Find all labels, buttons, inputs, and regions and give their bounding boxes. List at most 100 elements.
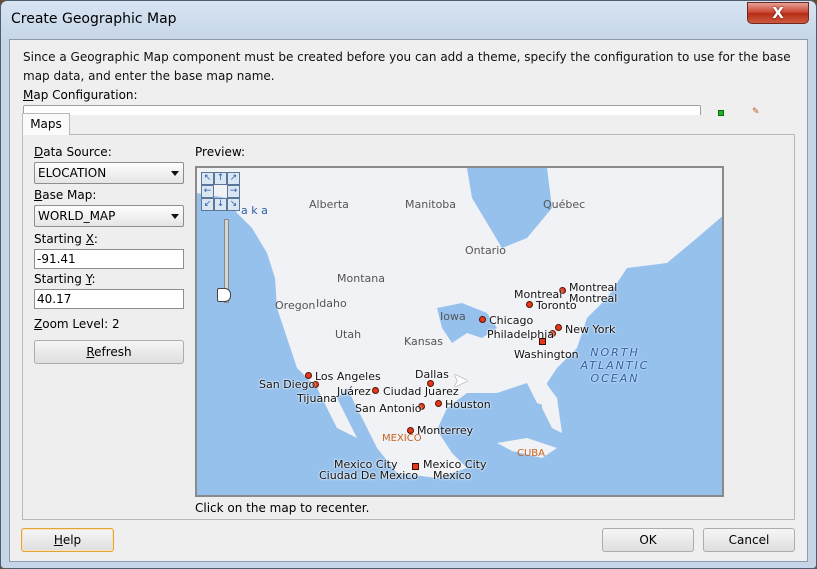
label-text: ase Map: (42, 188, 97, 202)
city-label: Tijuana (297, 392, 337, 405)
title-bar[interactable]: Create Geographic Map X (1, 1, 816, 39)
data-source-select[interactable]: ELOCATION (34, 162, 184, 184)
help-button[interactable]: Help (21, 528, 114, 552)
pan-northeast-icon[interactable]: ↗ (227, 172, 240, 185)
starting-x-label: Starting X: (34, 232, 98, 246)
region-label: Ontario (465, 244, 506, 257)
country-label: CUBA (517, 448, 546, 459)
map-configuration-select[interactable] (23, 105, 701, 115)
map-land-shapes (197, 168, 722, 478)
tab-maps[interactable]: Maps (22, 113, 70, 135)
map-preview[interactable]: Alberta Manitoba Québec Ontario Montana … (195, 166, 724, 497)
region-label: Alberta (309, 198, 349, 211)
preview-label: Preview: (195, 145, 246, 159)
city-label: Toronto (536, 299, 577, 312)
country-label: MEXICO (382, 433, 422, 444)
region-label: Idaho (316, 297, 347, 310)
mnemonic: H (53, 533, 63, 547)
zoom-slider-thumb[interactable] (217, 288, 231, 302)
city-label: Los Angeles (315, 370, 381, 383)
refresh-button[interactable]: Refresh (34, 340, 184, 364)
city-label: Ciudad De Mexico (319, 469, 419, 482)
mnemonic: R (86, 345, 95, 359)
city-marker[interactable] (479, 316, 486, 323)
city-label: Juárez (337, 385, 371, 398)
button-label: efresh (94, 345, 132, 359)
city-label: New York (565, 323, 616, 336)
city-label: Washington (514, 348, 579, 361)
data-source-value: ELOCATION (38, 166, 107, 180)
pan-control: ↖ ↑ ↗ ← → ↙ ↓ ↘ (201, 172, 241, 212)
cancel-button[interactable]: Cancel (703, 528, 795, 552)
pan-south-icon[interactable]: ↓ (214, 198, 227, 211)
map-configuration-label: Map Configuration: (23, 88, 138, 102)
base-map-select[interactable]: WORLD_MAP (34, 205, 184, 227)
mnemonic: X (85, 232, 94, 246)
mnemonic: D (34, 145, 44, 159)
base-map-label: Base Map: (34, 188, 96, 202)
city-label: Dallas (415, 368, 449, 381)
ocean-label-line: ATLANTIC (580, 359, 650, 372)
region-label: Oregon (275, 299, 316, 312)
close-button[interactable]: X (747, 2, 809, 24)
tab-label: Maps (30, 117, 62, 131)
dialog-content: Since a Geographic Map component must be… (9, 39, 808, 562)
region-label: Québec (543, 198, 586, 211)
capital-marker[interactable] (539, 338, 546, 345)
city-marker[interactable] (427, 380, 434, 387)
button-label: elp (62, 533, 82, 547)
region-label: Manitoba (405, 198, 457, 211)
region-label: a k a (241, 204, 268, 217)
capital-marker[interactable] (412, 463, 419, 470)
label-text: : (93, 232, 98, 246)
mouse-cursor-icon: ➤ (452, 368, 469, 392)
chevron-down-icon (171, 214, 179, 219)
label-text: Starting (34, 272, 86, 286)
city-marker[interactable] (435, 400, 442, 407)
dialog-window: Create Geographic Map X Since a Geograph… (0, 0, 817, 569)
ocean-label-line: NORTH (590, 346, 640, 359)
add-configuration-icon[interactable] (718, 110, 724, 116)
pan-southeast-icon[interactable]: ↘ (227, 198, 240, 211)
city-label: Mexico (433, 469, 472, 482)
mnemonic: Z (34, 317, 43, 331)
region-label: Montana (337, 272, 385, 285)
region-label: Utah (335, 328, 362, 341)
data-source-label: Data Source: (34, 145, 112, 159)
city-label: Ciudad Juarez (383, 385, 459, 398)
city-label: Chicago (489, 314, 534, 327)
label-text: Starting (34, 232, 86, 246)
starting-y-input[interactable]: 40.17 (34, 289, 184, 309)
base-map-value: WORLD_MAP (38, 209, 116, 223)
starting-x-input[interactable]: -91.41 (34, 249, 184, 269)
city-marker[interactable] (372, 387, 379, 394)
pan-southwest-icon[interactable]: ↙ (201, 198, 214, 211)
label-text: ap Configuration: (33, 88, 138, 102)
ocean-label: NORTH ATLANTIC OCEAN (575, 346, 655, 385)
pan-east-icon[interactable]: → (227, 185, 240, 198)
pan-west-icon[interactable]: ← (201, 185, 214, 198)
city-label: San Diego (259, 378, 316, 391)
pan-north-icon[interactable]: ↑ (214, 172, 227, 185)
city-label: San Antonio (355, 402, 422, 415)
region-label: Kansas (404, 335, 443, 348)
pan-northwest-icon[interactable]: ↖ (201, 172, 214, 185)
city-label: Houston (445, 398, 491, 411)
dialog-title: Create Geographic Map (11, 11, 177, 27)
land-florida (542, 378, 562, 433)
city-label: Monterrey (417, 424, 474, 437)
mnemonic: M (23, 88, 34, 102)
edit-configuration-icon[interactable]: ✎ (752, 108, 760, 117)
city-marker[interactable] (555, 324, 562, 331)
starting-y-label: Starting Y: (34, 272, 95, 286)
mnemonic: B (34, 188, 43, 202)
zoom-level-label: Zoom Level: 2 (34, 317, 120, 331)
city-marker[interactable] (526, 301, 533, 308)
ocean-label-line: OCEAN (590, 372, 640, 385)
chevron-down-icon (171, 171, 179, 176)
ok-button[interactable]: OK (602, 528, 694, 552)
label-text: oom Level: 2 (42, 317, 120, 331)
map-hint: Click on the map to recenter. (195, 501, 370, 515)
region-label: Iowa (440, 310, 466, 323)
intro-text: Since a Geographic Map component must be… (23, 50, 791, 83)
